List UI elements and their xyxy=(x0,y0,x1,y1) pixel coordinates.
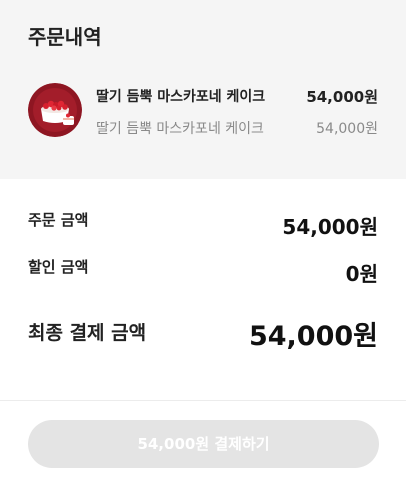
order-amount-value: 54,000원 xyxy=(282,215,378,239)
strawberry-cake-icon xyxy=(28,83,82,137)
final-payment-value: 54,000원 xyxy=(248,321,378,352)
product-thumbnail xyxy=(28,83,82,137)
pay-button[interactable]: 54,000원 결제하기 xyxy=(28,420,379,468)
order-details-title: 주문내역 xyxy=(28,25,102,49)
discount-amount-label: 할인 금액 xyxy=(28,258,89,276)
product-price: 54,000원 xyxy=(306,88,378,106)
order-amount-label: 주문 금액 xyxy=(28,211,89,229)
product-option-price: 54,000원 xyxy=(316,121,378,137)
final-payment-label: 최종 결제 금액 xyxy=(28,322,147,344)
product-option-name: 딸기 듬뿍 마스카포네 케이크 xyxy=(96,121,264,137)
discount-amount-value: 0원 xyxy=(345,262,378,286)
product-name: 딸기 듬뿍 마스카포네 케이크 xyxy=(96,89,266,105)
order-details-section: 주문내역 딸기 듬뿍 마스카포네 케이크 54,000원 딸기 듬뿍 마스카포네… xyxy=(0,0,406,179)
divider xyxy=(0,400,406,401)
